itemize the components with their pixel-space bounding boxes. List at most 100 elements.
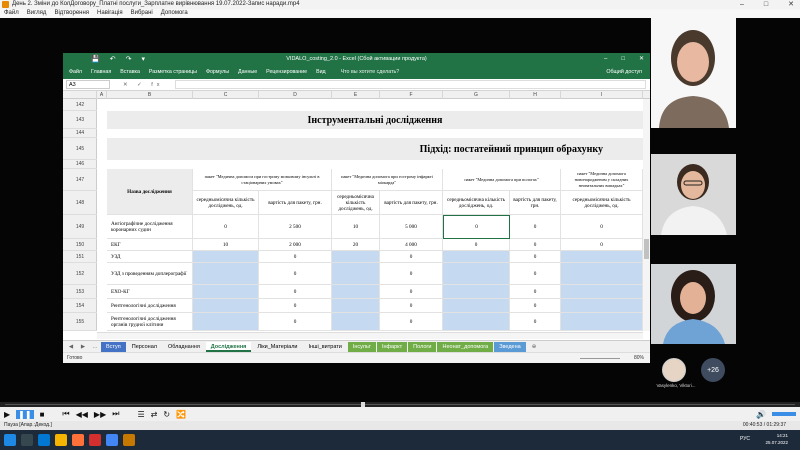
cell-i150[interactable]: 0: [561, 239, 643, 251]
sheet-tab-research[interactable]: Дослідження: [205, 341, 252, 352]
excel-close-icon[interactable]: ✕: [639, 53, 644, 66]
fx-icon[interactable]: ✕ ✓ fx: [123, 79, 164, 91]
subheader-g[interactable]: середньомісячна кількість досліджень, од…: [443, 191, 510, 215]
system-clock[interactable]: 14:21 25.07.2022: [765, 432, 788, 446]
name-box[interactable]: A3: [66, 80, 110, 89]
cell-d155[interactable]: 0: [259, 313, 332, 331]
column-header-i[interactable]: I: [561, 91, 643, 99]
row-header[interactable]: 153: [63, 285, 97, 299]
pause-icon[interactable]: ❚❚: [16, 409, 34, 419]
sheet-tab-birth[interactable]: Пологи: [408, 341, 437, 352]
edge-icon[interactable]: [38, 434, 50, 446]
next-icon[interactable]: ⏭: [112, 409, 119, 419]
ribbon-tab-home[interactable]: Главная: [91, 66, 111, 79]
cell-d150[interactable]: 2 000: [259, 239, 332, 251]
more-sheets-icon[interactable]: ...: [89, 344, 101, 350]
row-header[interactable]: 147: [63, 169, 97, 191]
ribbon-tab-data[interactable]: Данные: [238, 66, 257, 79]
horizontal-scrollbar[interactable]: [97, 332, 643, 339]
vertical-scrollbar[interactable]: [643, 99, 650, 331]
zoom-slider[interactable]: [580, 358, 620, 359]
subheader-f[interactable]: вартість для пакету, грн.: [380, 191, 443, 215]
row-header[interactable]: 150: [63, 239, 97, 251]
cell-f151[interactable]: 0: [380, 251, 443, 263]
language-indicator[interactable]: РУС: [740, 436, 750, 442]
ribbon-tab-view[interactable]: Вид: [316, 66, 326, 79]
cell-c154[interactable]: [193, 299, 259, 313]
cell-g153[interactable]: [443, 285, 510, 299]
approach-title[interactable]: Підхід: постатейний принцип обрахунку: [107, 138, 643, 160]
column-header-g[interactable]: G: [443, 91, 510, 99]
cell-f155[interactable]: 0: [380, 313, 443, 331]
shuffle-icon[interactable]: 🔀: [176, 410, 186, 419]
row-header[interactable]: 145: [63, 138, 97, 160]
cell-d151[interactable]: 0: [259, 251, 332, 263]
menu-navigation[interactable]: Навігація: [97, 9, 123, 18]
row-name-chest-xray[interactable]: Рентгенологічні дослідження органів груд…: [107, 313, 193, 331]
cell-h150[interactable]: 0: [510, 239, 561, 251]
row-header[interactable]: 154: [63, 299, 97, 313]
maximize-button[interactable]: □: [764, 0, 768, 9]
tell-me-search[interactable]: Что вы хотите сделать?: [341, 66, 400, 79]
cell-i151[interactable]: [561, 251, 643, 263]
column-header-h[interactable]: H: [510, 91, 561, 99]
cell-e154[interactable]: [332, 299, 380, 313]
cell-h154[interactable]: 0: [510, 299, 561, 313]
share-button[interactable]: Общий доступ: [606, 66, 642, 79]
row-name-ultrasound[interactable]: УЗД: [107, 251, 193, 263]
cell-h151[interactable]: 0: [510, 251, 561, 263]
media-player-icon[interactable]: [123, 434, 135, 446]
sheet-grid[interactable]: Інструментальні дослідження Підхід: пост…: [98, 99, 643, 331]
volume-icon[interactable]: 🔊: [756, 410, 766, 419]
subheader-d[interactable]: вартість для пакету, грн.: [259, 191, 332, 215]
ribbon-tab-file[interactable]: Файл: [69, 66, 82, 79]
column-header-b[interactable]: B: [107, 91, 193, 99]
row-header[interactable]: 142: [63, 99, 97, 111]
rewind-icon[interactable]: ◀◀: [76, 410, 88, 419]
cell-h153[interactable]: 0: [510, 285, 561, 299]
minimize-button[interactable]: –: [740, 0, 744, 9]
zoom-level[interactable]: 80%: [634, 353, 644, 363]
windows-start-icon[interactable]: [4, 434, 16, 446]
cell-i154[interactable]: [561, 299, 643, 313]
header-package-neonatal[interactable]: пакет "Медична допомога новонародженим у…: [561, 169, 643, 191]
cell-e155[interactable]: [332, 313, 380, 331]
scroll-thumb[interactable]: [644, 239, 649, 259]
subheader-h[interactable]: вартість для пакету, грн.: [510, 191, 561, 215]
sheet-tab-medicines[interactable]: Ліки_Матеріали: [252, 342, 302, 352]
cell-e149[interactable]: 10: [332, 215, 380, 239]
cell-c151[interactable]: [193, 251, 259, 263]
sheet-tab-infarct[interactable]: Інфаркт: [376, 341, 408, 352]
cell-d153[interactable]: 0: [259, 285, 332, 299]
sheet-tab-neonatal[interactable]: Неонат_допомога: [437, 341, 494, 352]
cell-d152[interactable]: 0: [259, 263, 332, 285]
row-header[interactable]: 144: [63, 129, 97, 138]
header-package-stroke[interactable]: пакет "Медична допомога при гострому моз…: [193, 169, 332, 191]
cell-f154[interactable]: 0: [380, 299, 443, 313]
cell-h155[interactable]: 0: [510, 313, 561, 331]
file-explorer-icon[interactable]: [55, 434, 67, 446]
column-header-e[interactable]: E: [332, 91, 380, 99]
row-name-angiography[interactable]: Ангіографічне дослідження коронарних суд…: [107, 215, 193, 239]
cell-e151[interactable]: [332, 251, 380, 263]
cell-g152[interactable]: [443, 263, 510, 285]
stop-icon[interactable]: ■: [40, 410, 45, 419]
menu-file[interactable]: Файл: [4, 9, 19, 18]
sheet-tab-summary[interactable]: Зведена: [494, 341, 526, 352]
excel-minimize-icon[interactable]: –: [604, 53, 607, 66]
excel-maximize-icon[interactable]: □: [621, 53, 625, 66]
cell-f150[interactable]: 4 000: [380, 239, 443, 251]
section-title[interactable]: Інструментальні дослідження: [107, 111, 643, 129]
row-header[interactable]: 151: [63, 251, 97, 263]
row-header[interactable]: 146: [63, 160, 97, 169]
fast-forward-icon[interactable]: ▶▶: [94, 410, 106, 419]
cell-h152[interactable]: 0: [510, 263, 561, 285]
formula-input[interactable]: [175, 80, 646, 89]
menu-help[interactable]: Допомога: [161, 9, 188, 18]
row-header[interactable]: 152: [63, 263, 97, 285]
row-header[interactable]: 155: [63, 313, 97, 331]
participant-avatar[interactable]: [662, 358, 686, 382]
cell-g155[interactable]: [443, 313, 510, 331]
cell-c155[interactable]: [193, 313, 259, 331]
close-button[interactable]: ✕: [788, 0, 794, 9]
